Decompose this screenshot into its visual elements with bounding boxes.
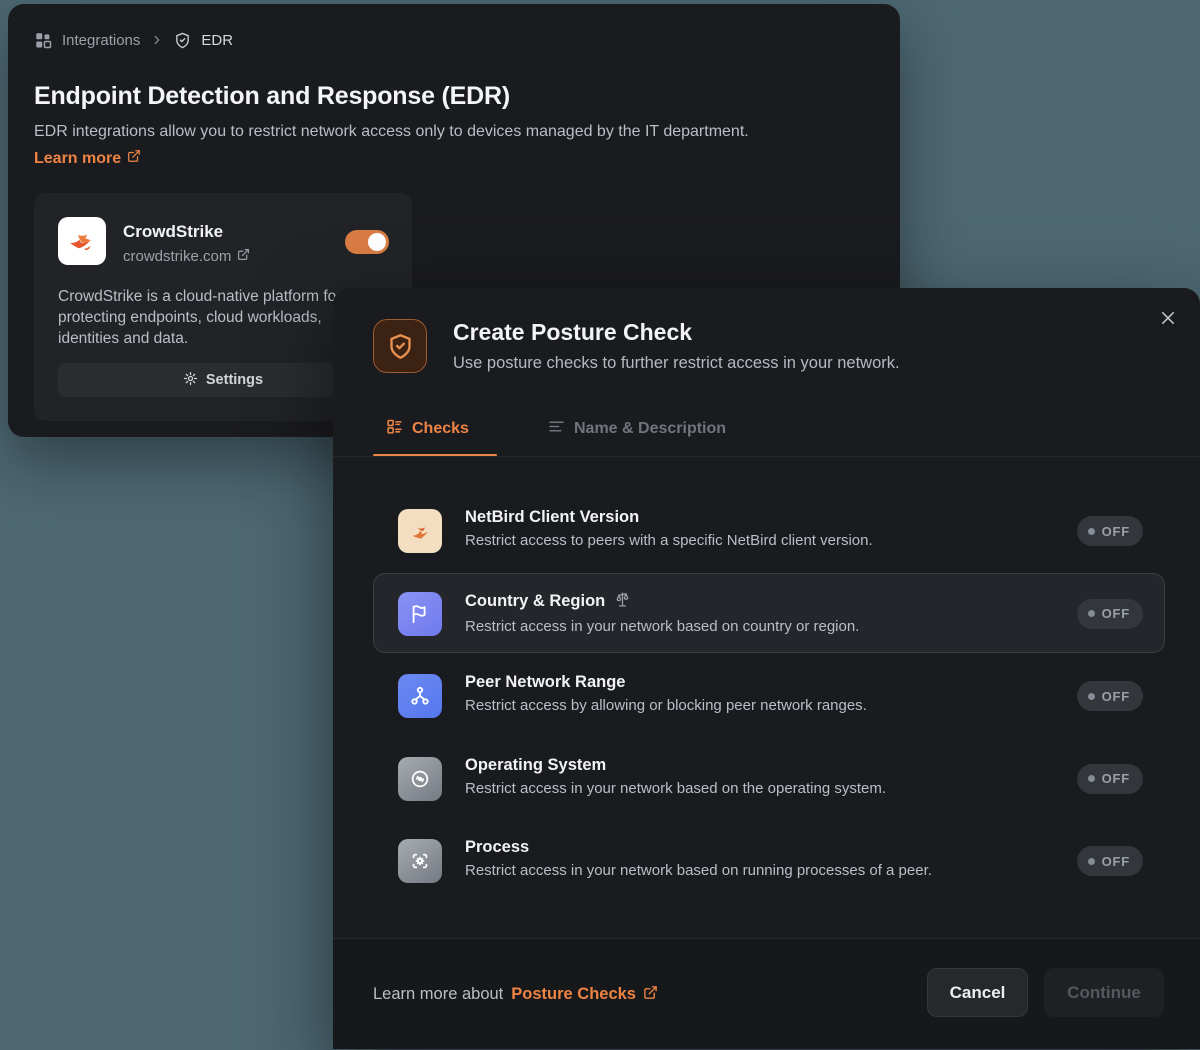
settings-label: Settings [206, 372, 263, 388]
tab-checks[interactable]: Checks [386, 418, 469, 440]
status-dot [1088, 610, 1095, 617]
integrations-grid-icon [34, 31, 52, 49]
status-label: OFF [1102, 854, 1130, 869]
list-checks-icon [386, 418, 403, 440]
netbird-logo-icon [398, 509, 442, 553]
footer-learn-prefix: Learn more about [373, 985, 503, 1004]
description-line: CrowdStrike is a cloud-native platform f… [58, 286, 341, 307]
breadcrumb: Integrations EDR [34, 31, 233, 49]
create-posture-check-modal: Create Posture Check Use posture checks … [333, 288, 1200, 1049]
status-label: OFF [1102, 606, 1130, 621]
check-row-netbird-client-version[interactable]: NetBird Client Version Restrict access t… [373, 490, 1165, 570]
check-title: Process [465, 838, 932, 857]
shield-check-icon [174, 32, 191, 49]
check-title: NetBird Client Version [465, 508, 873, 527]
page-title: Endpoint Detection and Response (EDR) [34, 82, 510, 111]
page-description: EDR integrations allow you to restrict n… [34, 123, 749, 141]
process-cog-icon [398, 839, 442, 883]
learn-more-label: Learn more [34, 150, 121, 168]
integration-domain-link[interactable]: crowdstrike.com [123, 248, 250, 265]
integration-domain: crowdstrike.com [123, 248, 231, 265]
status-badge: OFF [1077, 764, 1143, 794]
chevron-right-icon [150, 33, 164, 47]
modal-title: Create Posture Check [453, 319, 692, 346]
status-label: OFF [1102, 771, 1130, 786]
status-dot [1088, 858, 1095, 865]
status-label: OFF [1102, 689, 1130, 704]
check-description: Restrict access to peers with a specific… [465, 532, 873, 549]
external-link-icon [643, 985, 658, 1005]
status-badge: OFF [1077, 846, 1143, 876]
gear-icon [183, 371, 198, 390]
status-dot [1088, 775, 1095, 782]
tab-name-description[interactable]: Name & Description [548, 418, 726, 440]
check-description: Restrict access by allowing or blocking … [465, 697, 867, 714]
scale-balance-icon [614, 591, 631, 613]
status-dot [1088, 528, 1095, 535]
integration-name: CrowdStrike [123, 222, 223, 242]
check-title: Peer Network Range [465, 673, 867, 692]
footer-learn-more: Learn more about Posture Checks [373, 939, 658, 1050]
check-title: Operating System [465, 756, 886, 775]
learn-more-link[interactable]: Learn more [34, 149, 141, 168]
status-badge: OFF [1077, 516, 1143, 546]
posture-checks-list: NetBird Client Version Restrict access t… [333, 490, 1200, 903]
crowdstrike-logo [58, 217, 106, 265]
toggle-knob [368, 233, 386, 251]
tabs-divider [333, 456, 1200, 457]
modal-footer: Learn more about Posture Checks Cancel C… [333, 938, 1200, 1049]
cancel-button[interactable]: Cancel [927, 968, 1028, 1017]
check-row-peer-network-range[interactable]: Peer Network Range Restrict access by al… [373, 655, 1165, 735]
network-topology-icon [398, 674, 442, 718]
disc-os-icon [398, 757, 442, 801]
breadcrumb-integrations[interactable]: Integrations [62, 32, 140, 49]
check-row-operating-system[interactable]: Operating System Restrict access in your… [373, 738, 1165, 818]
flag-icon [398, 592, 442, 636]
status-badge: OFF [1077, 599, 1143, 629]
continue-button[interactable]: Continue [1044, 968, 1164, 1017]
status-label: OFF [1102, 524, 1130, 539]
check-description: Restrict access in your network based on… [465, 618, 859, 635]
check-title: Country & Region [465, 592, 605, 611]
close-icon[interactable] [1150, 300, 1186, 336]
external-link-icon [127, 149, 141, 168]
check-row-country-region[interactable]: Country & Region Restrict access in your… [373, 573, 1165, 653]
align-left-icon [548, 418, 565, 440]
integration-description: CrowdStrike is a cloud-native platform f… [58, 286, 341, 349]
posture-shield-icon [373, 319, 427, 373]
check-row-process[interactable]: Process Restrict access in your network … [373, 820, 1165, 900]
description-line: protecting endpoints, cloud workloads, [58, 307, 341, 328]
tab-name-description-label: Name & Description [574, 420, 726, 438]
external-link-icon [237, 248, 250, 265]
posture-checks-link[interactable]: Posture Checks [511, 985, 658, 1005]
description-line: identities and data. [58, 328, 341, 349]
status-badge: OFF [1077, 681, 1143, 711]
posture-checks-link-label: Posture Checks [511, 985, 636, 1004]
breadcrumb-edr[interactable]: EDR [201, 32, 233, 49]
crowdstrike-enable-toggle[interactable] [345, 230, 389, 254]
modal-subtitle: Use posture checks to further restrict a… [453, 354, 900, 373]
status-dot [1088, 693, 1095, 700]
check-description: Restrict access in your network based on… [465, 780, 886, 797]
tab-checks-label: Checks [412, 420, 469, 438]
check-description: Restrict access in your network based on… [465, 862, 932, 879]
